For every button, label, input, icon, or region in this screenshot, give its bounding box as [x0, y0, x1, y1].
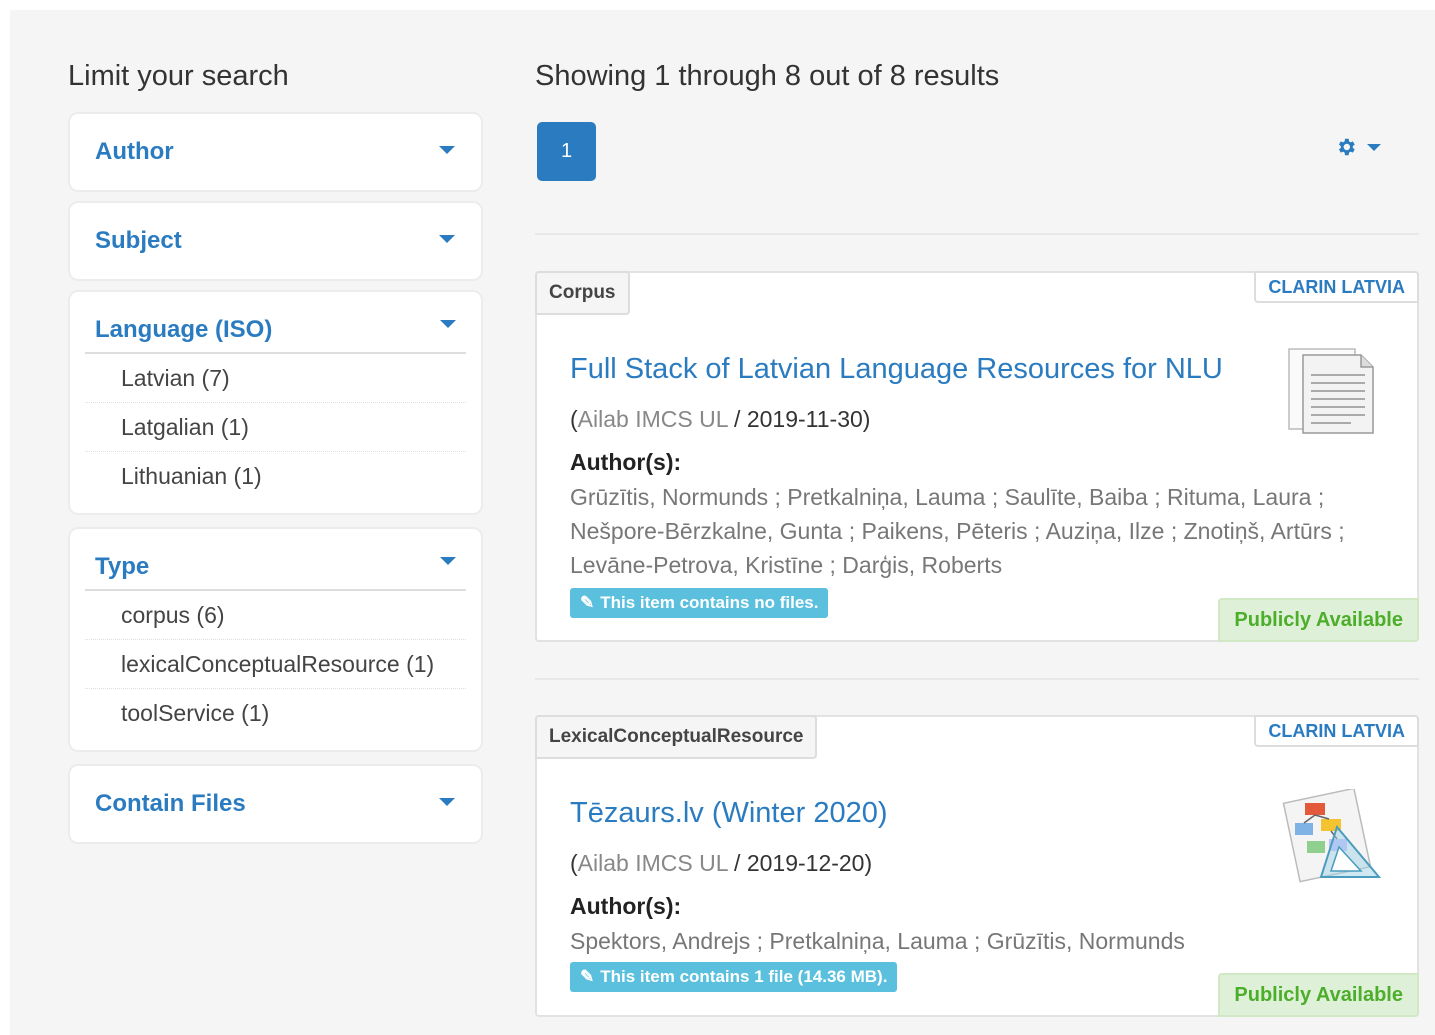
- item-publisher: Ailab IMCS UL: [577, 850, 728, 876]
- item-title-link[interactable]: Tēzaurs.lv (Winter 2020): [570, 797, 888, 830]
- facet-item-corpus[interactable]: corpus (6): [85, 591, 466, 640]
- item-publisher-date: (Ailab IMCS UL / 2019-12-20): [570, 850, 872, 877]
- result-item: LexicalConceptualResource CLARIN LATVIA …: [535, 715, 1419, 1017]
- meta-close: ): [864, 850, 873, 876]
- caret-down-icon[interactable]: [439, 798, 455, 806]
- paperclip-icon: ✎: [580, 593, 595, 612]
- facet-language-title[interactable]: Language (ISO): [95, 316, 272, 344]
- sidebar-title: Limit your search: [68, 60, 289, 92]
- facet-author: Author: [68, 112, 483, 192]
- paperclip-icon: ✎: [580, 967, 595, 986]
- access-badge: Publicly Available: [1218, 973, 1419, 1017]
- item-date: 2019-11-30: [746, 406, 863, 432]
- facet-author-title[interactable]: Author: [95, 138, 174, 166]
- meta-separator: /: [727, 850, 747, 876]
- gear-icon[interactable]: [1335, 136, 1357, 158]
- caret-down-icon[interactable]: [440, 557, 456, 565]
- item-authors: Grūzītis, Normunds ; Pretkalniņa, Lauma …: [570, 484, 1345, 578]
- caret-down-icon[interactable]: [440, 320, 456, 328]
- item-publisher-date: (Ailab IMCS UL / 2019-11-30): [570, 406, 870, 433]
- authors-label: Author(s):: [570, 449, 682, 475]
- pagination-page-1[interactable]: 1: [537, 122, 596, 181]
- result-settings-dropdown[interactable]: [1335, 136, 1381, 158]
- item-source-label[interactable]: CLARIN LATVIA: [1254, 271, 1419, 303]
- facet-item-latvian[interactable]: Latvian (7): [85, 354, 466, 403]
- diagram-icon[interactable]: [1277, 787, 1387, 890]
- facet-type-header[interactable]: Type: [85, 529, 466, 591]
- meta-close: ): [862, 406, 871, 432]
- authors-label: Author(s):: [570, 893, 682, 919]
- facet-type: Type corpus (6) lexicalConceptualResourc…: [68, 527, 483, 752]
- chevron-down-icon[interactable]: [1367, 143, 1381, 151]
- facet-item-toolservice[interactable]: toolService (1): [85, 689, 466, 738]
- facet-language-header[interactable]: Language (ISO): [85, 292, 466, 354]
- item-date: 2019-12-20: [746, 850, 865, 876]
- facet-item-latgalian[interactable]: Latgalian (1): [85, 403, 466, 452]
- files-badge-text: This item contains 1 file (14.36 MB).: [600, 967, 888, 986]
- divider: [535, 678, 1419, 680]
- item-title-link[interactable]: Full Stack of Latvian Language Resources…: [570, 353, 1223, 386]
- item-authors: Spektors, Andrejs ; Pretkalniņa, Lauma ;…: [570, 928, 1185, 954]
- divider: [535, 233, 1419, 235]
- files-badge: ✎ This item contains no files.: [570, 588, 829, 618]
- results-summary: Showing 1 through 8 out of 8 results: [535, 60, 1000, 92]
- document-icon[interactable]: [1285, 345, 1377, 442]
- facet-subject: Subject: [68, 201, 483, 281]
- facet-contain-files-title[interactable]: Contain Files: [95, 790, 246, 818]
- meta-separator: /: [727, 406, 747, 432]
- facet-language-list: Latvian (7) Latgalian (1) Lithuanian (1): [70, 354, 481, 513]
- facet-author-header[interactable]: Author: [70, 114, 481, 190]
- facet-contain-files: Contain Files: [68, 764, 483, 844]
- access-badge: Publicly Available: [1218, 598, 1419, 642]
- caret-down-icon[interactable]: [439, 146, 455, 154]
- facet-item-lithuanian[interactable]: Lithuanian (1): [85, 452, 466, 501]
- item-source-label[interactable]: CLARIN LATVIA: [1254, 715, 1419, 747]
- facet-language: Language (ISO) Latvian (7) Latgalian (1)…: [68, 290, 483, 515]
- facet-type-list: corpus (6) lexicalConceptualResource (1)…: [70, 591, 481, 750]
- facet-item-lexical[interactable]: lexicalConceptualResource (1): [85, 640, 466, 689]
- result-item: Corpus CLARIN LATVIA Full Stack of Latvi…: [535, 271, 1419, 642]
- files-badge-text: This item contains no files.: [600, 593, 819, 612]
- item-type-label: LexicalConceptualResource: [535, 715, 818, 759]
- facet-contain-files-header[interactable]: Contain Files: [70, 766, 481, 842]
- item-publisher: Ailab IMCS UL: [577, 406, 728, 432]
- caret-down-icon[interactable]: [439, 235, 455, 243]
- files-badge: ✎ This item contains 1 file (14.36 MB).: [570, 962, 898, 992]
- page-container: Limit your search Author Subject Languag…: [10, 10, 1435, 1035]
- meta-open: (: [570, 850, 578, 876]
- meta-open: (: [570, 406, 578, 432]
- facet-type-title[interactable]: Type: [95, 553, 149, 581]
- facet-subject-header[interactable]: Subject: [70, 203, 481, 279]
- item-type-label: Corpus: [535, 271, 630, 315]
- facet-subject-title[interactable]: Subject: [95, 227, 182, 255]
